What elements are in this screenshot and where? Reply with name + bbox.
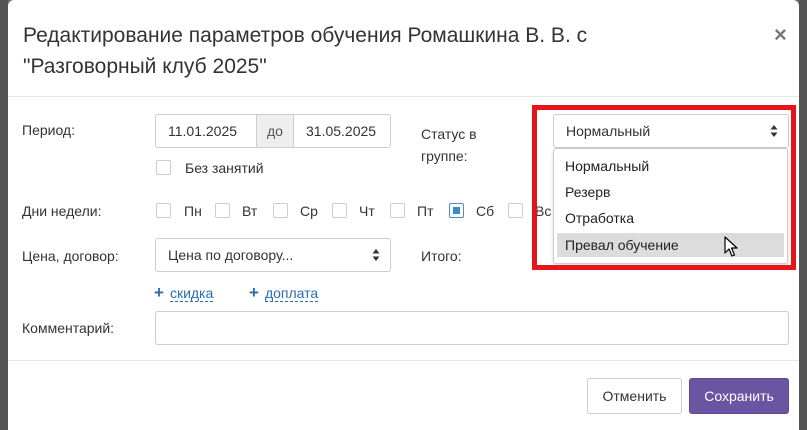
day-checkbox-wed[interactable]: [273, 203, 288, 218]
background-right: [799, 0, 807, 430]
status-dropdown-list: Нормальный Резерв Отработка Превал обуче…: [553, 148, 788, 264]
dialog-title: Редактирование параметров обучения Ромаш…: [23, 24, 588, 78]
status-option-normal[interactable]: Нормальный: [557, 154, 784, 178]
day-label-wed: Ср: [300, 203, 318, 219]
status-label: Статус в группе:: [421, 126, 477, 164]
period-label: Период:: [22, 122, 75, 138]
day-label-sun: Вс: [535, 203, 552, 219]
status-select[interactable]: Нормальный: [553, 114, 789, 148]
day-label-thu: Чт: [359, 203, 375, 219]
day-label-sat: Сб: [476, 203, 495, 219]
weekdays-label: Дни недели:: [22, 203, 102, 219]
day-checkbox-mon[interactable]: [156, 203, 171, 218]
status-option-dropped[interactable]: Превал обучение: [557, 233, 784, 257]
background-left: [0, 0, 8, 430]
status-option-makeup[interactable]: Отработка: [557, 206, 784, 230]
select-arrows-icon: [770, 125, 778, 137]
select-arrows-icon: [372, 249, 380, 261]
period-separator: до: [256, 114, 294, 148]
price-select[interactable]: Цена по договору...: [155, 238, 391, 272]
day-label-tue: Вт: [242, 203, 258, 219]
period-from-input[interactable]: 11.01.2025: [155, 114, 257, 148]
day-checkbox-sun[interactable]: [508, 203, 523, 218]
day-label-mon: Пн: [184, 203, 202, 219]
day-checkbox-fri[interactable]: [390, 203, 405, 218]
surcharge-link-label: доплата: [264, 285, 319, 302]
status-selected-value: Нормальный: [566, 123, 651, 139]
price-label: Цена, договор:: [22, 248, 119, 264]
edit-training-dialog: Редактирование параметров обучения Ромаш…: [8, 0, 799, 430]
day-label-fri: Пт: [417, 203, 434, 219]
dialog-header: Редактирование параметров обучения Ромаш…: [8, 0, 799, 97]
no-classes-checkbox[interactable]: [156, 160, 171, 175]
plus-icon: +: [154, 283, 164, 302]
total-label: Итого:: [421, 248, 462, 264]
period-to-input[interactable]: 31.05.2025: [293, 114, 391, 148]
mouse-cursor-icon: [724, 236, 738, 257]
day-checkbox-tue[interactable]: [215, 203, 230, 218]
footer-divider: [8, 360, 799, 361]
no-classes-label: Без занятий: [185, 160, 264, 176]
comment-input[interactable]: [155, 311, 789, 345]
add-discount-link[interactable]: + скидка: [154, 283, 214, 303]
status-option-reserve[interactable]: Резерв: [557, 180, 784, 204]
day-checkbox-sat[interactable]: [449, 203, 464, 218]
discount-link-label: скидка: [169, 285, 214, 302]
price-selected-value: Цена по договору...: [168, 247, 294, 263]
comment-label: Комментарий:: [22, 320, 115, 336]
plus-icon: +: [249, 283, 259, 302]
save-button[interactable]: Сохранить: [689, 378, 789, 414]
close-icon[interactable]: ×: [774, 22, 787, 48]
add-surcharge-link[interactable]: + доплата: [249, 283, 319, 303]
day-checkbox-thu[interactable]: [332, 203, 347, 218]
cancel-button[interactable]: Отменить: [587, 378, 682, 414]
